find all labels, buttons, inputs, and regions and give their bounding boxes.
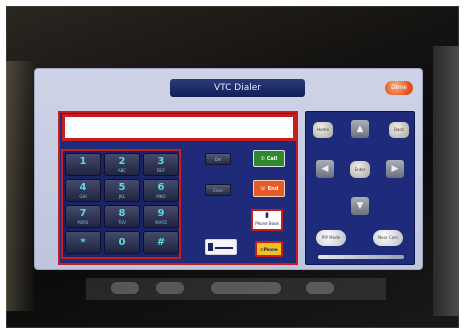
phonebook-label: Phone Book: [255, 221, 279, 226]
key-digit: 9: [157, 208, 165, 219]
phone-icon: ✆: [260, 156, 265, 162]
hangup-icon: ☏: [259, 186, 266, 192]
device-edge: [433, 46, 459, 316]
key-letters: JKL: [118, 194, 126, 199]
screenshot-frame: VTC Dialer Done 1 2 ABC 3 DEF 4 GHI 5 JKL 6M…: [0, 0, 465, 334]
near-cam-button[interactable]: Near Cam: [373, 230, 403, 246]
key-2[interactable]: 2 ABC: [104, 153, 140, 176]
key-7[interactable]: 7 PQRS: [65, 205, 101, 228]
keyboard-bar: [215, 247, 233, 249]
bottom-pill: [211, 282, 281, 294]
key-digit: *: [80, 237, 86, 248]
key-4[interactable]: 4 GHI: [65, 179, 101, 202]
key-digit: 8: [118, 208, 126, 219]
key-letters: MNO: [156, 194, 166, 199]
arrow-up-button[interactable]: ▲: [351, 120, 369, 138]
bottom-pill: [111, 282, 139, 294]
home-button[interactable]: Home: [313, 122, 333, 138]
key-digit: 6: [157, 182, 165, 193]
navigation-panel: Home ▲ Back ◀ Enter ▶ ▼ PIP Mode Near Ca…: [305, 111, 415, 265]
key-letters: GHI: [79, 194, 87, 199]
bottom-pill: [156, 282, 184, 294]
key-digit: 5: [118, 182, 126, 193]
enter-button[interactable]: Enter: [350, 161, 370, 178]
arrow-right-button[interactable]: ▶: [386, 160, 404, 178]
key-hash[interactable]: #: [143, 231, 179, 254]
back-button[interactable]: Back: [389, 122, 409, 138]
volume-slider[interactable]: [318, 255, 404, 259]
key-digit: 0: [118, 237, 126, 248]
phone-label: Phone: [263, 247, 278, 252]
phonebook-icon: ▮: [265, 211, 269, 219]
arrow-down-button[interactable]: ▼: [351, 197, 369, 215]
key-0[interactable]: 0: [104, 231, 140, 254]
key-letters: WXYZ: [155, 220, 167, 225]
key-digit: #: [156, 237, 166, 248]
keyboard-button[interactable]: [205, 239, 237, 255]
done-button[interactable]: Done: [385, 81, 413, 95]
clear-button[interactable]: Clear: [205, 184, 231, 196]
key-digit: 1: [79, 156, 87, 167]
key-letters: DEF: [157, 168, 165, 173]
key-5[interactable]: 5 JKL: [104, 179, 140, 202]
key-digit: 4: [79, 182, 87, 193]
dial-entry-field[interactable]: [62, 114, 296, 141]
bottom-pill: [306, 282, 334, 294]
key-3[interactable]: 3 DEF: [143, 153, 179, 176]
arrow-left-button[interactable]: ◀: [316, 160, 334, 178]
hangup-button[interactable]: ☏ End: [253, 180, 285, 197]
keyboard-icon: [208, 243, 213, 251]
call-label: Call: [266, 156, 278, 162]
key-star[interactable]: *: [65, 231, 101, 254]
key-9[interactable]: 9 WXYZ: [143, 205, 179, 228]
hangup-label: End: [267, 186, 279, 192]
phone-button[interactable]: ✆Phone: [255, 241, 283, 257]
key-digit: 3: [157, 156, 165, 167]
key-digit: 7: [79, 208, 87, 219]
pip-mode-button[interactable]: PIP Mode: [316, 230, 346, 246]
key-digit: 2: [118, 156, 126, 167]
key-6[interactable]: 6 MNO: [143, 179, 179, 202]
phonebook-button[interactable]: ▮ Phone Book: [251, 209, 283, 231]
key-letters: TUV: [117, 220, 127, 225]
key-letters: PQRS: [77, 220, 89, 225]
vtc-dialer-panel: VTC Dialer Done 1 2 ABC 3 DEF 4 GHI 5 JKL 6M…: [34, 68, 423, 270]
key-letters: ABC: [117, 168, 127, 173]
key-8[interactable]: 8 TUV: [104, 205, 140, 228]
call-button[interactable]: ✆ Call: [253, 150, 285, 167]
glare: [6, 61, 36, 311]
panel-title: VTC Dialer: [170, 79, 305, 97]
key-1[interactable]: 1: [65, 153, 101, 176]
delete-button[interactable]: Del: [205, 153, 231, 165]
